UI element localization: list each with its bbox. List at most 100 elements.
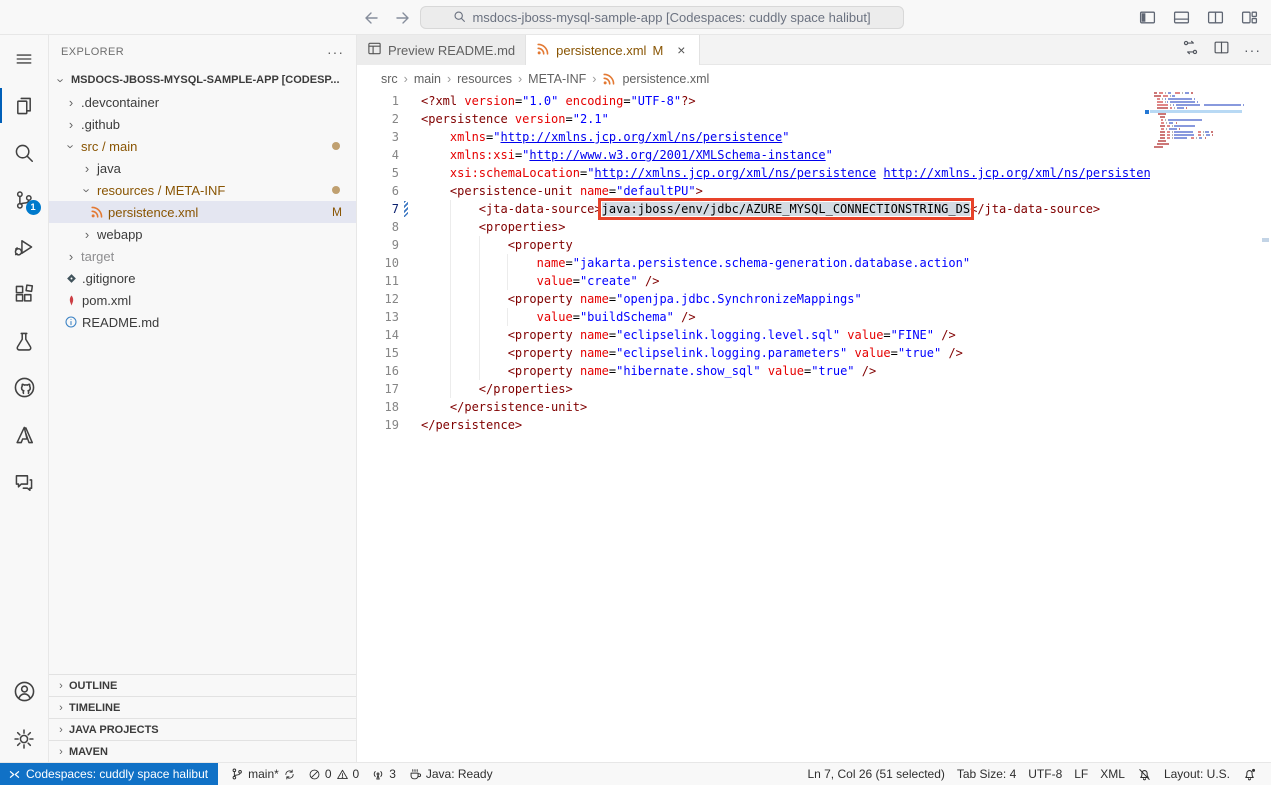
back-icon[interactable] [360,7,382,29]
panel-java-projects[interactable]: JAVA PROJECTS [49,718,356,740]
branch-status[interactable]: main* [230,767,296,781]
remote-indicator[interactable]: Codespaces: cuddly space halibut [0,763,218,785]
code-line-11[interactable]: 11 value="create" /> [357,272,1150,290]
git-file-icon [65,272,78,285]
tree-item-webapp[interactable]: webapp [49,223,356,245]
chevron-right-icon [63,95,79,110]
code-line-14[interactable]: 14 <property name="eclipselink.logging.l… [357,326,1150,344]
line-number: 9 [357,236,399,254]
notifications-bell-icon[interactable] [1242,767,1257,782]
source-control-icon[interactable]: 1 [0,176,49,223]
comments-icon[interactable] [0,458,49,505]
tree-item-target[interactable]: target [49,245,356,267]
menu-icon[interactable] [0,35,49,82]
code-line-6[interactable]: 6 <persistence-unit name="defaultPU"> [357,182,1150,200]
tree-item-pom-xml[interactable]: pom.xml [49,289,356,311]
tree-item-readme-md[interactable]: README.md [49,311,356,333]
do-not-disturb-icon[interactable] [1137,767,1152,782]
code-line-18[interactable]: 18 </persistence-unit> [357,398,1150,416]
tree-item-devcontainer[interactable]: .devcontainer [49,91,356,113]
breadcrumb-item-persistence-xml[interactable]: persistence.xml [622,72,709,86]
forward-icon[interactable] [392,7,414,29]
tree-item-persistence-xml[interactable]: persistence.xmlM [49,201,356,223]
code-line-8[interactable]: 8 <properties> [357,218,1150,236]
line-number: 11 [357,272,399,290]
account-icon[interactable] [0,668,49,715]
problems-status[interactable]: 0 0 [308,767,359,781]
tree-item-gitignore[interactable]: .gitignore [49,267,356,289]
panel-timeline[interactable]: TIMELINE [49,696,356,718]
cursor-position-status[interactable]: Ln 7, Col 26 (51 selected) [807,767,944,781]
code-line-5[interactable]: 5 xsi:schemaLocation="http://xmlns.jcp.o… [357,164,1150,182]
split-editor-icon[interactable] [1213,39,1230,61]
line-number: 10 [357,254,399,272]
language-mode-status[interactable]: XML [1100,767,1125,781]
java-status[interactable]: Java: Ready [408,767,493,781]
line-number: 6 [357,182,399,200]
eol-status[interactable]: LF [1074,767,1088,781]
code-line-7[interactable]: 7 <jta-data-source>java:jboss/env/jdbc/A… [357,200,1150,218]
tree-item-resources-meta-inf[interactable]: resources / META-INF [49,179,356,201]
code-line-13[interactable]: 13 value="buildSchema" /> [357,308,1150,326]
code-line-12[interactable]: 12 <property name="openjpa.jdbc.Synchron… [357,290,1150,308]
code-line-15[interactable]: 15 <property name="eclipselink.logging.p… [357,344,1150,362]
tree-item-msdocs-jboss-mysql-sample-app-codesp[interactable]: MSDOCS-JBOSS-MYSQL-SAMPLE-APP [CODESP... [49,69,356,91]
customize-layout-icon[interactable] [1239,7,1259,27]
tree-item-github[interactable]: .github [49,113,356,135]
code-line-19[interactable]: 19</persistence> [357,416,1150,434]
panel-label: TIMELINE [69,702,120,714]
source-control-badge: 1 [26,200,41,215]
run-debug-icon[interactable] [0,223,49,270]
indent-guide [479,308,480,326]
tree-item-java[interactable]: java [49,157,356,179]
toggle-sidebar-icon[interactable] [1137,7,1157,27]
code-line-2[interactable]: 2<persistence version="2.1" [357,110,1150,128]
tab-persistence-xml[interactable]: persistence.xml M × [526,35,700,65]
tab-preview-readme[interactable]: Preview README.md [357,35,526,65]
extensions-icon[interactable] [0,270,49,317]
breadcrumb-separator: › [518,72,522,86]
line-number: 1 [357,92,399,110]
code-line-10[interactable]: 10 name="jakarta.persistence.schema-gene… [357,254,1150,272]
testing-flask-icon[interactable] [0,317,49,364]
panel-outline[interactable]: OUTLINE [49,674,356,696]
tree-item-src-main[interactable]: src / main [49,135,356,157]
code-editor[interactable]: 1<?xml version="1.0" encoding="UTF-8"?>2… [357,92,1150,762]
encoding-status[interactable]: UTF-8 [1028,767,1062,781]
tab-size-status[interactable]: Tab Size: 4 [957,767,1016,781]
panel-maven[interactable]: MAVEN [49,740,356,762]
code-line-4[interactable]: 4 xmlns:xsi="http://www.w3.org/2001/XMLS… [357,146,1150,164]
command-center-search[interactable]: msdocs-jboss-mysql-sample-app [Codespace… [420,6,904,29]
indent-guide [479,362,480,380]
toggle-panel-icon[interactable] [1171,7,1191,27]
ports-status[interactable]: 3 [371,767,396,781]
settings-gear-icon[interactable] [0,715,49,762]
xml-file-icon [602,72,616,86]
breadcrumb-item-resources[interactable]: resources [457,72,512,86]
code-line-16[interactable]: 16 <property name="hibernate.show_sql" v… [357,362,1150,380]
explorer-actions-icon[interactable]: ··· [327,44,344,60]
code-line-1[interactable]: 1<?xml version="1.0" encoding="UTF-8"?> [357,92,1150,110]
command-center-text: msdocs-jboss-mysql-sample-app [Codespace… [472,10,870,25]
indent-guide [450,200,451,218]
tree-item-label: src / main [79,139,137,154]
breadcrumb-item-main[interactable]: main [414,72,441,86]
tab-label: Preview README.md [388,43,515,58]
minimap[interactable] [1150,92,1246,212]
keyboard-layout-status[interactable]: Layout: U.S. [1164,767,1230,781]
split-editor-layout-icon[interactable] [1205,7,1225,27]
azure-icon[interactable] [0,411,49,458]
more-actions-icon[interactable]: ··· [1244,42,1261,58]
code-line-9[interactable]: 9 <property [357,236,1150,254]
open-changes-icon[interactable] [1182,39,1199,61]
close-tab-icon[interactable]: × [673,42,689,58]
code-line-17[interactable]: 17 </properties> [357,380,1150,398]
github-icon[interactable] [0,364,49,411]
chevron-down-icon [53,73,69,88]
breadcrumb-item-src[interactable]: src [381,72,398,86]
search-activity-icon[interactable] [0,129,49,176]
explorer-icon[interactable] [0,82,49,129]
tree-item-label: .devcontainer [79,95,159,110]
breadcrumb-item-meta-inf[interactable]: META-INF [528,72,586,86]
code-line-3[interactable]: 3 xmlns="http://xmlns.jcp.org/xml/ns/per… [357,128,1150,146]
